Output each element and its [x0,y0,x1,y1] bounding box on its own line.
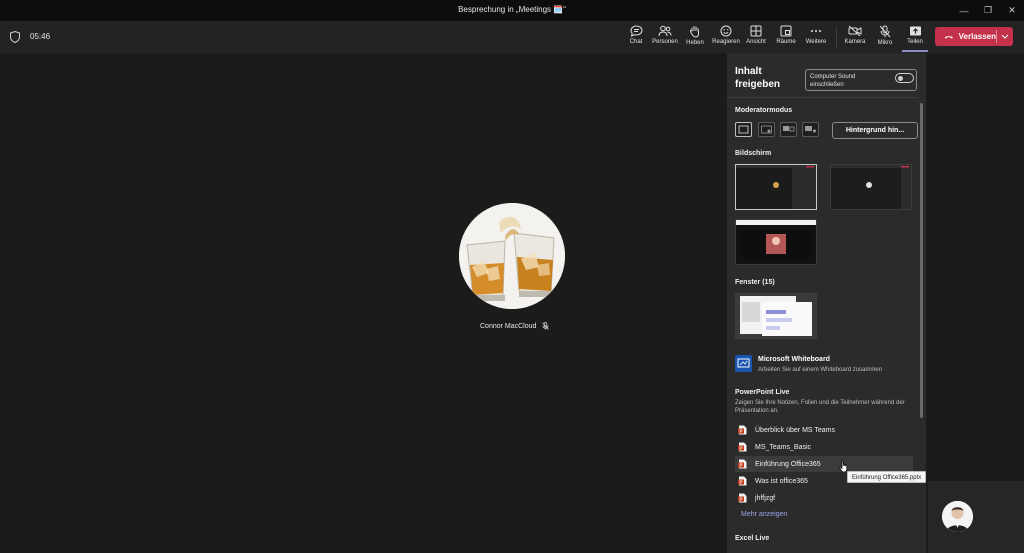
powerpoint-file-name: Überblick über MS Teams [755,426,836,434]
shield-icon [10,31,20,43]
restore-icon[interactable]: ❐ [976,0,1000,21]
self-avatar [942,501,973,532]
powerpoint-file-item[interactable]: P MS_Teams_Basic [735,439,913,455]
chevron-down-icon [1001,34,1009,39]
svg-text:P: P [739,497,742,502]
content-only-icon [738,125,749,134]
grid-view-icon [750,25,762,37]
background-button[interactable]: Hintergrund hin... [832,122,918,139]
participant-name-tag: Connor MacCloud [480,322,550,330]
windows-heading: Fenster (15) [735,279,775,286]
powerpoint-file-name: jhffjzgf [755,494,776,502]
share-label: Teilen [907,39,923,45]
meeting-toolbar: 05:46 Chat Personen Heben Reagieren Ansi… [0,21,1024,53]
people-icon [658,25,672,37]
powerpoint-file-item[interactable]: P Einführung Office365 [735,456,913,472]
leave-button[interactable]: Verlassen [935,27,996,46]
more-label: Weitere [805,39,827,45]
close-icon[interactable]: ✕ [1000,0,1024,21]
powerpoint-file-name: Was ist office365 [755,477,808,485]
powerpoint-file-icon: P [738,442,747,452]
mic-off-icon [879,25,891,38]
powerpoint-file-icon: P [738,476,747,486]
hang-up-icon [944,35,953,39]
share-button[interactable]: Teilen [900,24,930,51]
whiteboard-icon [735,355,752,372]
panel-title: Inhalt freigeben [735,66,781,90]
leave-label: Verlassen [958,32,996,41]
screen-preview-image [831,165,911,209]
title-bar: Besprechung in „Meetings 🗓️“ — ❐ ✕ [0,0,1024,21]
participant-name: Connor MacCloud [480,322,537,330]
computer-sound-option[interactable]: Computer Sound einschließen [805,69,917,91]
rooms-icon [780,25,792,37]
participant-avatar [459,203,565,309]
window-thumbnail-1[interactable] [735,293,817,339]
mic-button[interactable]: Mikro [870,24,900,51]
mic-off-icon [542,322,550,330]
screen-preview-image [736,220,816,264]
more-icon [811,30,821,32]
side-by-side-mode-button[interactable] [780,122,797,137]
presenter-mode-heading: Moderatormodus [735,107,793,114]
svg-text:P: P [739,463,742,468]
raise-hand-button[interactable]: Heben [680,24,710,51]
whiteboard-subtitle: Arbeiten Sie auf einem Whiteboard zusamm… [758,367,883,373]
powerpoint-file-icon: P [738,493,747,503]
svg-text:P: P [739,446,742,451]
people-button[interactable]: Personen [650,24,680,51]
screen-thumbnail-1[interactable] [735,164,817,210]
panel-divider [727,97,918,98]
self-view-tile[interactable] [928,481,1024,553]
meeting-timer: 05:46 [30,32,51,41]
computer-sound-toggle[interactable] [895,73,914,83]
smiley-icon [720,25,732,37]
powerpoint-file-item[interactable]: P jhffjzgf [735,490,913,506]
computer-sound-label: Computer Sound einschließen [810,74,856,88]
panel-scrollbar[interactable] [920,103,923,418]
reporter-mode-button[interactable] [802,122,819,137]
share-tray-icon [909,26,921,36]
standout-mode-button[interactable] [758,122,775,137]
screen-thumbnail-3[interactable] [735,219,817,265]
powerpoint-file-name: Einführung Office365 [755,460,821,468]
powerpoint-file-icon: P [738,425,747,435]
share-active-indicator [902,50,928,52]
react-button[interactable]: Reagieren [711,24,741,51]
minimize-icon[interactable]: — [952,0,976,21]
whiteboard-title[interactable]: Microsoft Whiteboard [758,356,830,363]
window-preview-image [736,294,816,338]
svg-text:P: P [739,429,742,434]
file-tooltip: Einführung Office365.pptx [847,471,927,483]
meeting-stage [0,53,722,553]
screen-thumbnail-2[interactable] [830,164,912,210]
whisky-glasses-image [459,203,565,309]
powerpoint-file-item[interactable]: P Überblick über MS Teams [735,422,913,438]
rooms-button[interactable]: Räume [771,24,801,51]
raise-hand-icon [689,26,699,38]
powerpoint-live-heading: PowerPoint Live [735,389,790,396]
content-only-mode-button[interactable] [735,122,752,137]
leave-button-group: Verlassen [935,27,1013,46]
chat-icon [629,25,643,37]
window-title: Besprechung in „Meetings 🗓️“ [458,5,566,14]
screen-preview-image [736,165,816,209]
excel-live-heading: Excel Live [735,535,770,542]
svg-text:P: P [739,480,742,485]
standout-mode-icon [761,125,772,134]
chat-button[interactable]: Chat [621,24,651,51]
show-more-link[interactable]: Mehr anzeigen [741,511,787,518]
leave-options-button[interactable] [997,34,1013,39]
powerpoint-live-subtitle: Zeigen Sie Ihre Notizen, Folien und die … [735,400,905,414]
screen-heading: Bildschirm [735,150,772,157]
camera-off-icon [848,25,862,37]
powerpoint-file-icon: P [738,459,747,469]
side-by-side-mode-icon [783,126,795,132]
more-button[interactable]: Weitere [801,24,831,51]
camera-button[interactable]: Kamera [840,24,870,51]
view-button[interactable]: Ansicht [741,24,771,51]
reporter-mode-icon [805,126,816,133]
powerpoint-file-name: MS_Teams_Basic [755,443,812,451]
